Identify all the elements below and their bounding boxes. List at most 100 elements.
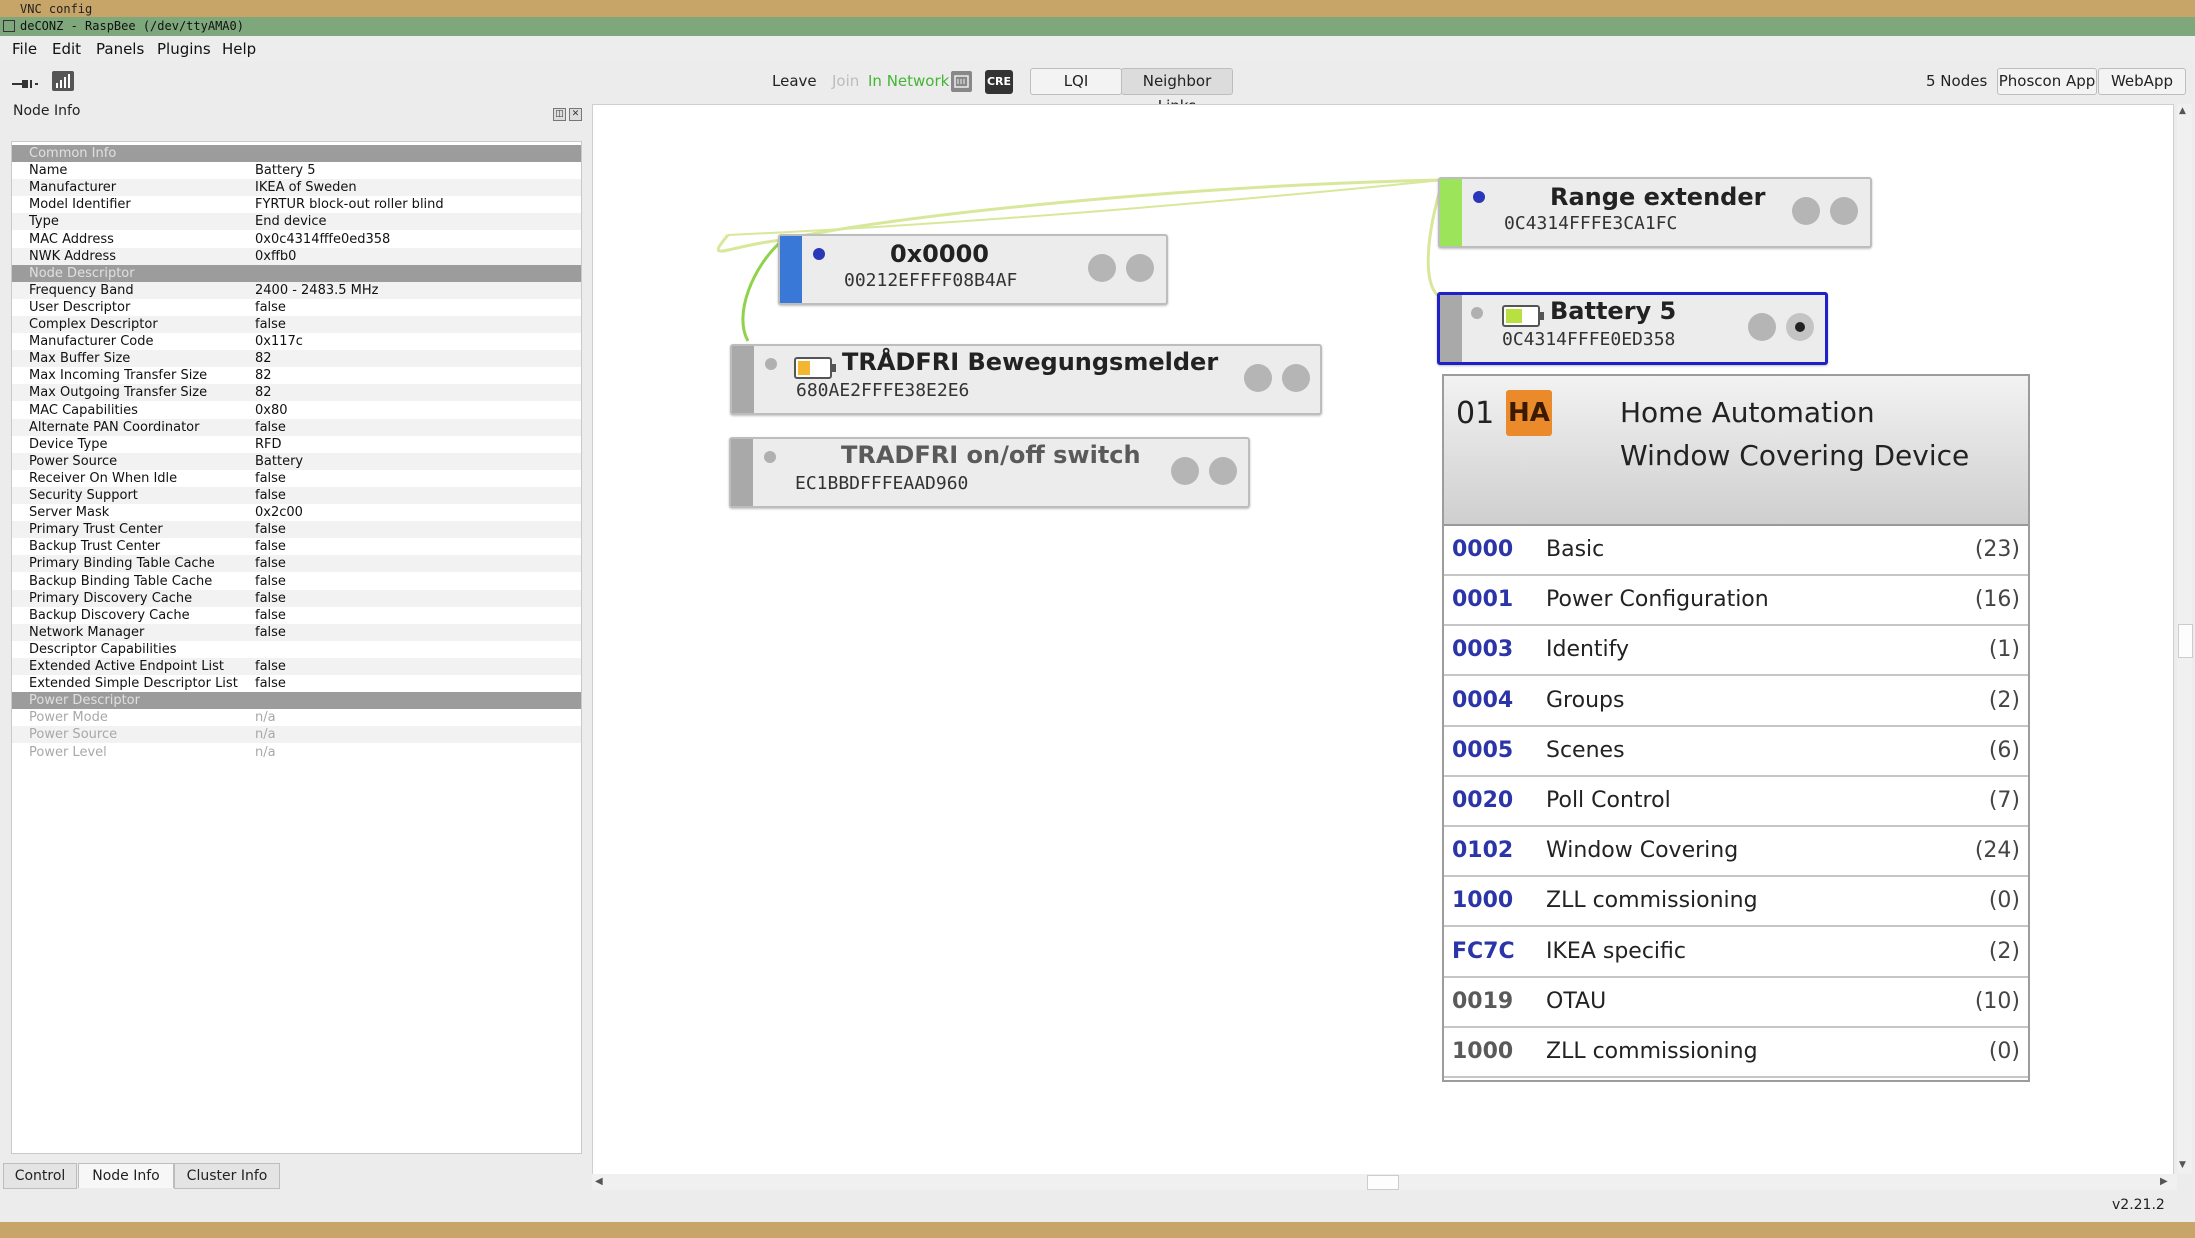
cluster-row[interactable]: 0004 Groups (2)	[1444, 676, 2028, 727]
info-key: Power Source	[29, 453, 118, 469]
cluster-row[interactable]: FC7C IKEA specific (2)	[1444, 927, 2028, 978]
vnc-title: VNC config	[20, 2, 93, 16]
endpoint-header: 01 HA Home Automation Window Covering De…	[1444, 376, 2028, 526]
cre-button[interactable]: CRE	[985, 70, 1013, 94]
endpoint-port[interactable]	[1209, 457, 1237, 485]
info-row: Primary Trust Center false	[12, 521, 581, 539]
menu-panels[interactable]: Panels	[96, 40, 144, 58]
info-key: Primary Discovery Cache	[29, 590, 193, 606]
cluster-row[interactable]: 0102 Window Covering (24)	[1444, 827, 2028, 878]
info-key: Primary Binding Table Cache	[29, 556, 215, 572]
node-name: Range extender	[1550, 183, 1766, 211]
leave-button[interactable]: Leave	[772, 72, 817, 90]
info-value: n/a	[255, 744, 276, 760]
info-row: User Descriptor false	[12, 299, 581, 316]
endpoint-port[interactable]	[1244, 364, 1272, 392]
horizontal-scroll-thumb[interactable]	[1367, 1175, 1399, 1190]
bottom-frame	[0, 1222, 2195, 1238]
lqi-button[interactable]: LQI	[1030, 68, 1122, 95]
scroll-right-icon[interactable]: ▶	[2160, 1176, 2168, 1187]
cluster-row[interactable]: 1000 ZLL commissioning (0)	[1444, 877, 2028, 928]
info-value: false	[255, 522, 286, 538]
tab-node-info[interactable]: Node Info	[78, 1163, 174, 1188]
node-mac: EC1BBDFFFEAAD960	[795, 473, 969, 494]
info-value: false	[255, 556, 286, 572]
horizontal-scrollbar[interactable]: ◀ ▶	[592, 1174, 2177, 1190]
cluster-id: 1000	[1452, 888, 1514, 914]
info-value: 0x80	[255, 402, 288, 418]
node-motion-sensor[interactable]: TRÅDFRI Bewegungsmelder 680AE2FFFE38E2E6	[730, 344, 1322, 415]
endpoint-port[interactable]	[1282, 364, 1310, 392]
info-row: Network Manager false	[12, 623, 581, 641]
scroll-up-icon[interactable]: ▲	[2179, 106, 2186, 116]
node-stripe	[732, 346, 754, 413]
signal-chart-icon[interactable]	[52, 71, 74, 91]
node-battery-5[interactable]: Battery 5 0C4314FFFE0ED358	[1437, 292, 1828, 365]
menu-help[interactable]: Help	[222, 40, 256, 58]
endpoint-port[interactable]	[1088, 254, 1116, 282]
endpoint-port[interactable]	[1171, 457, 1199, 485]
info-row: Primary Discovery Cache false	[12, 589, 581, 607]
window-menu-icon[interactable]	[3, 20, 15, 32]
info-value: 0x117c	[255, 334, 303, 350]
vertical-scroll-thumb[interactable]	[2178, 624, 2193, 658]
nodes-count: 5 Nodes	[1926, 72, 1988, 90]
info-row: Max Buffer Size 82	[12, 350, 581, 368]
info-key: Backup Discovery Cache	[29, 607, 190, 623]
info-row: Device Type RFD	[12, 436, 581, 453]
section-label: Common Info	[29, 146, 117, 161]
tab-cluster-info[interactable]: Cluster Info	[174, 1163, 280, 1189]
menu-edit[interactable]: Edit	[52, 40, 81, 58]
cluster-name: Poll Control	[1546, 788, 1671, 813]
info-row: Extended Active Endpoint List false	[12, 658, 581, 675]
info-key: MAC Capabilities	[29, 402, 138, 418]
cluster-row[interactable]: 0003 Identify (1)	[1444, 626, 2028, 677]
menu-plugins[interactable]: Plugins	[157, 40, 211, 58]
endpoint-port[interactable]	[1792, 197, 1820, 225]
node-range-extender[interactable]: Range extender 0C4314FFFE3CA1FC	[1438, 177, 1872, 248]
tab-control[interactable]: Control	[3, 1163, 77, 1189]
cluster-attribute-count: (1)	[1988, 637, 2020, 663]
cluster-attribute-count: (16)	[1974, 587, 2020, 613]
in-network-status[interactable]: In Network	[868, 72, 949, 90]
info-value: 82	[255, 385, 272, 401]
cluster-id: 1000	[1452, 1039, 1514, 1064]
neighbor-links-button[interactable]: Neighbor Links	[1121, 68, 1233, 115]
cluster-row[interactable]: 0000 Basic (23)	[1444, 526, 2028, 576]
close-panel-icon[interactable]: ✕	[569, 108, 582, 121]
info-key: User Descriptor	[29, 299, 131, 315]
node-onoff-switch[interactable]: TRADFRI on/off switch EC1BBDFFFEAAD960	[729, 437, 1250, 508]
battery-icon	[1502, 305, 1544, 327]
vertical-scrollbar[interactable]: ▲ ▼	[2177, 104, 2193, 1174]
cluster-attribute-count: (6)	[1988, 737, 2020, 763]
status-dot	[764, 451, 776, 463]
status-dot	[813, 248, 825, 260]
scroll-left-icon[interactable]: ◀	[595, 1176, 603, 1187]
disconnect-icon[interactable]	[12, 76, 38, 94]
scroll-down-icon[interactable]: ▼	[2179, 1160, 2186, 1170]
endpoint-port[interactable]	[1126, 254, 1154, 282]
info-value: false	[255, 539, 286, 555]
node-coordinator[interactable]: 0x0000 00212EFFFF08B4AF	[778, 234, 1168, 305]
cluster-name: ZLL commissioning	[1546, 1039, 1758, 1064]
endpoint-port[interactable]	[1830, 197, 1858, 225]
phoscon-app-button[interactable]: Phoscon App	[1997, 68, 2097, 95]
menu-file[interactable]: File	[12, 40, 37, 58]
cluster-row[interactable]: 0019 OTAU (10)	[1444, 977, 2028, 1028]
cluster-id: 0003	[1452, 637, 1514, 663]
endpoint-panel: 01 HA Home Automation Window Covering De…	[1442, 374, 2030, 1082]
join-button[interactable]: Join	[832, 72, 859, 90]
endpoint-port-selected[interactable]	[1786, 313, 1814, 341]
cluster-row[interactable]: 0005 Scenes (6)	[1444, 726, 2028, 777]
info-key: Alternate PAN Coordinator	[29, 419, 200, 435]
info-value: false	[255, 607, 286, 623]
webapp-button[interactable]: WebApp	[2098, 68, 2186, 95]
cluster-row[interactable]: 1000 ZLL commissioning (0)	[1444, 1028, 2028, 1078]
info-value: false	[255, 573, 286, 589]
endpoint-port[interactable]	[1748, 313, 1776, 341]
info-row: MAC Capabilities 0x80	[12, 402, 581, 419]
float-panel-icon[interactable]: ◫	[553, 108, 566, 121]
cluster-row[interactable]: 0001 Power Configuration (16)	[1444, 576, 2028, 627]
gateway-icon[interactable]	[951, 71, 972, 92]
cluster-row[interactable]: 0020 Poll Control (7)	[1444, 777, 2028, 827]
